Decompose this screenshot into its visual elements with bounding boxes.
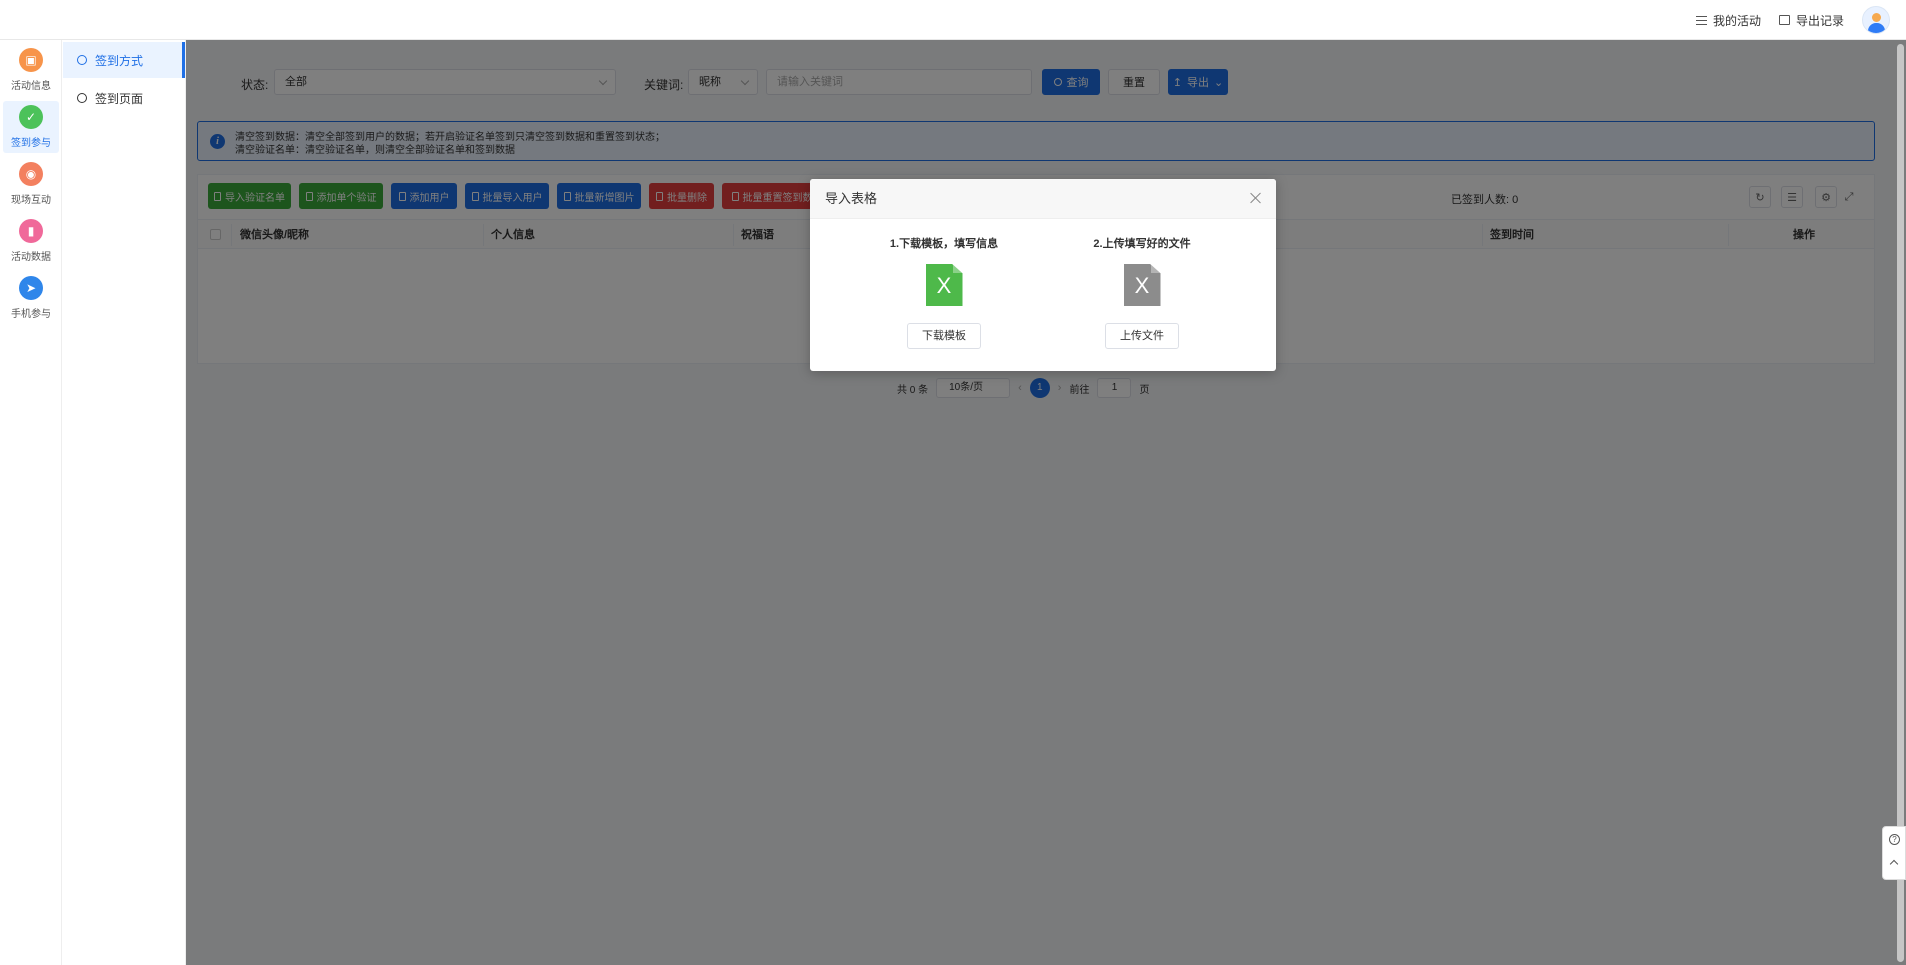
top-header: 我的活动 导出记录	[0, 0, 1906, 40]
sidebar-item-label: 活动数据	[11, 252, 51, 263]
my-activities-link[interactable]: 我的活动	[1695, 12, 1761, 29]
import-table-dialog: 导入表格 1.下载模板，填写信息 X 下载模板 2.上传填写好的文件 X 上传文…	[810, 179, 1276, 371]
gear-icon	[77, 93, 87, 103]
sidebar-item-label: 现场互动	[11, 195, 51, 206]
sidebar-item-activity-info[interactable]: ▣ 活动信息	[3, 44, 59, 96]
sidebar-item-label: 手机参与	[11, 309, 51, 320]
mobile-participation-icon: ➤	[19, 276, 43, 300]
upload-step: 2.上传填写好的文件 X 上传文件	[1067, 235, 1217, 349]
submenu-item-label: 签到页面	[95, 91, 144, 106]
step-2-title: 2.上传填写好的文件	[1093, 238, 1191, 250]
submenu-item-label: 签到方式	[95, 53, 144, 68]
sidebar-item-label: 签到参与	[11, 138, 51, 149]
primary-sidebar: ▣ 活动信息 ✓ 签到参与 ◉ 现场互动 ▮ 活动数据 ➤ 手机参与	[0, 40, 62, 965]
checkin-icon: ✓	[19, 105, 43, 129]
sidebar-item-mobile[interactable]: ➤ 手机参与	[3, 272, 59, 324]
gear-icon	[77, 55, 87, 65]
page-scrollbar[interactable]	[1897, 44, 1904, 962]
close-icon[interactable]	[1250, 192, 1262, 204]
list-icon	[1695, 15, 1707, 25]
dialog-title: 导入表格	[810, 179, 1276, 219]
upload-file-button[interactable]: 上传文件	[1105, 323, 1179, 349]
export-icon	[1778, 15, 1790, 25]
secondary-menu: 签到方式 签到页面	[63, 40, 186, 965]
submenu-item-checkin-page[interactable]: 签到页面	[63, 80, 185, 116]
header-links: 我的活动 导出记录	[1695, 0, 1890, 40]
excel-file-icon: X	[925, 264, 963, 306]
file-icon-glyph: X	[936, 273, 952, 298]
file-upload-icon: X	[1123, 264, 1161, 306]
step-1-title: 1.下载模板，填写信息	[889, 238, 999, 250]
sidebar-item-activity-data[interactable]: ▮ 活动数据	[3, 215, 59, 267]
export-records-label: 导出记录	[1795, 13, 1844, 28]
sidebar-item-live-interaction[interactable]: ◉ 现场互动	[3, 158, 59, 210]
live-interaction-icon: ◉	[19, 162, 43, 186]
my-activities-label: 我的活动	[1712, 13, 1761, 28]
file-icon-glyph: X	[1134, 273, 1150, 298]
activity-info-icon: ▣	[19, 48, 43, 72]
floating-tools: ?	[1882, 826, 1906, 880]
user-avatar[interactable]	[1862, 6, 1890, 34]
download-step: 1.下载模板，填写信息 X 下载模板	[869, 235, 1019, 349]
export-records-link[interactable]: 导出记录	[1778, 12, 1844, 29]
back-to-top-icon[interactable]	[1889, 859, 1899, 869]
activity-data-icon: ▮	[19, 219, 43, 243]
help-icon[interactable]: ?	[1889, 834, 1900, 845]
sidebar-item-label: 活动信息	[11, 81, 51, 92]
download-template-button[interactable]: 下载模板	[907, 323, 981, 349]
submenu-item-checkin-method[interactable]: 签到方式	[63, 42, 185, 78]
sidebar-item-checkin[interactable]: ✓ 签到参与	[3, 101, 59, 153]
